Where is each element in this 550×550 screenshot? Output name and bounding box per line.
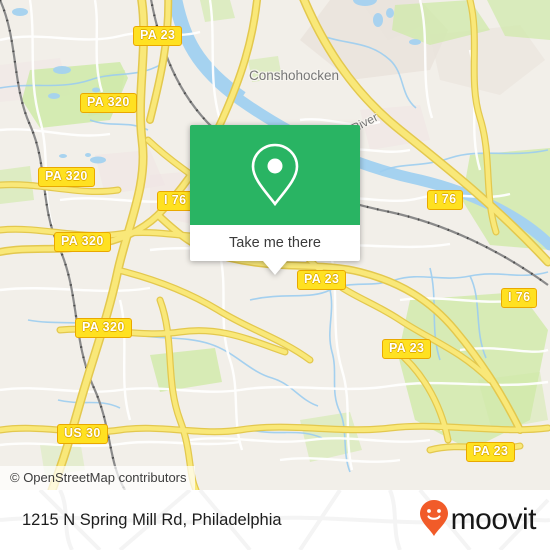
- road-shield-us-30[interactable]: US 30: [57, 424, 108, 444]
- road-shield-pa-320[interactable]: PA 320: [38, 167, 95, 187]
- moovit-wordmark: moovit: [450, 503, 537, 536]
- moovit-smiley-pin-icon: [419, 499, 449, 542]
- popup-header: [190, 125, 360, 225]
- road-shield-pa-23[interactable]: PA 23: [297, 270, 347, 290]
- location-popup[interactable]: Take me there: [190, 125, 360, 275]
- road-shield-pa-320[interactable]: PA 320: [54, 232, 111, 252]
- road-shield-pa-320[interactable]: PA 320: [75, 318, 132, 338]
- map-pin-icon: [248, 142, 302, 208]
- road-shield-pa-23[interactable]: PA 23: [466, 442, 516, 462]
- location-address: 1215 N Spring Mill Rd, Philadelphia: [22, 510, 282, 529]
- road-shield-pa-320[interactable]: PA 320: [80, 93, 137, 113]
- road-shield-i-76[interactable]: I 76: [501, 288, 538, 308]
- road-shield-i-76[interactable]: I 76: [427, 190, 464, 210]
- road-shield-pa-23[interactable]: PA 23: [133, 26, 183, 46]
- road-shield-pa-23[interactable]: PA 23: [382, 339, 432, 359]
- map-attribution[interactable]: © OpenStreetMap contributors: [0, 466, 195, 490]
- footer-bar: 1215 N Spring Mill Rd, Philadelphia moov…: [0, 490, 550, 550]
- map-label-conshohocken: Conshohocken: [249, 68, 340, 83]
- moovit-logo[interactable]: moovit: [419, 499, 537, 542]
- map-canvas[interactable]: Conshohocken River PA 23 PA 320 PA 320 I…: [0, 0, 550, 490]
- take-me-there-button[interactable]: Take me there: [190, 225, 360, 261]
- road-shield-i-76[interactable]: I 76: [157, 191, 194, 211]
- popup-pointer-tail: [263, 261, 287, 275]
- map-screenshot: Conshohocken River PA 23 PA 320 PA 320 I…: [0, 0, 550, 550]
